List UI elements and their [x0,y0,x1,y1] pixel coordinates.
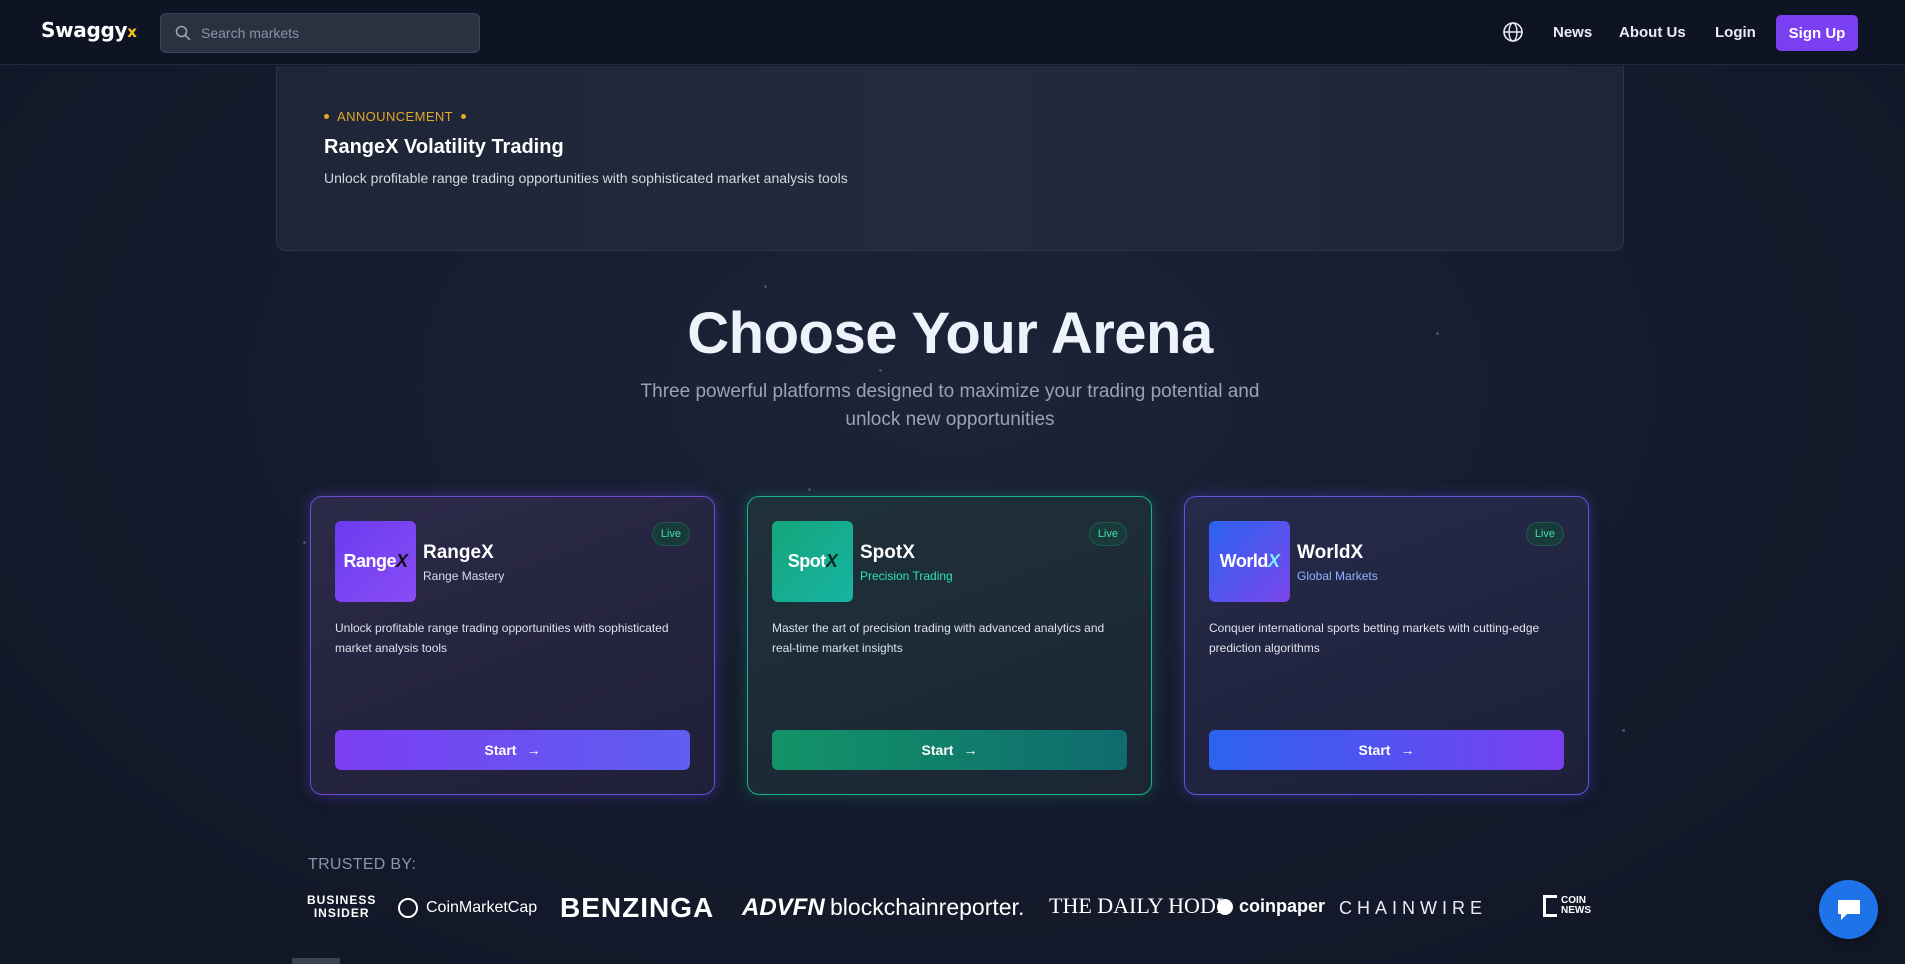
search-bar[interactable] [160,13,480,53]
page-title: Choose Your Arena [687,301,1213,366]
page-subtitle: Three powerful platforms designed to max… [640,381,1260,430]
logo-text: CoinMarketCap [426,899,538,916]
status-badge: Live [1525,522,1564,546]
card-description: Unlock profitable range trading opportun… [335,621,669,655]
benzinga-logo[interactable]: BENZINGA [560,892,714,924]
sparkle-dot [303,541,306,544]
card-name: SpotX [860,542,915,563]
icon-accent: X [1267,551,1280,571]
search-icon [175,25,191,41]
announcement-tag-label: ANNOUNCEMENT [337,109,454,124]
coinnews-icon [1543,895,1557,917]
daily-hodl-logo[interactable]: THE DAILY HODL [1049,893,1229,919]
nav-login[interactable]: Login [1715,24,1756,41]
dot-icon [324,114,329,119]
status-badge: Live [651,522,690,546]
worldx-logo-icon: World X [1209,521,1290,602]
trusted-by-label: TRUSTED BY: [308,856,417,873]
platform-card-rangex[interactable]: Range X RangeX Range Mastery Live Unlock … [310,496,715,795]
start-label: Start [921,742,954,758]
start-label: Start [1358,742,1391,758]
icon-text: World [1219,551,1269,571]
coinpaper-icon [1217,898,1233,915]
announcement-tag: ANNOUNCEMENT [324,109,467,124]
announcement-description: Unlock profitable range trading opportun… [324,170,848,186]
announcement-banner[interactable]: ANNOUNCEMENT RangeX Volatility Trading U… [276,66,1624,251]
horizontal-scrollbar[interactable] [292,958,340,964]
start-label: Start [484,742,517,758]
card-name: RangeX [423,542,494,563]
site-logo[interactable]: Swaggyx [41,18,137,42]
sparkle-dot [764,285,767,288]
sparkle-dot [879,369,882,372]
platform-card-worldx[interactable]: World X WorldX Global Markets Live Conque… [1184,496,1589,795]
start-button-worldx[interactable]: Start → [1209,730,1564,770]
card-tagline: Precision Trading [860,569,953,583]
business-insider-logo[interactable]: BUSINESS INSIDER [307,894,376,920]
logo-text: Swaggy [41,18,128,42]
chat-icon [1837,899,1860,920]
status-badge: Live [1088,522,1127,546]
arrow-right-icon: → [963,742,978,758]
logo-line: INSIDER [313,906,370,920]
advfn-logo[interactable]: ADVFN [742,894,825,922]
coinmarketcap-icon [398,898,418,918]
announcement-title: RangeX Volatility Trading [324,136,564,158]
coinmarketcap-logo[interactable]: CoinMarketCap [398,898,537,918]
coinnews-logo[interactable]: COIN NEWS [1543,895,1591,917]
arrow-right-icon: → [526,742,541,758]
logo-text: coinpaper [1239,896,1326,916]
nav-news[interactable]: News [1553,24,1592,41]
icon-text: Spot [787,551,827,571]
card-description: Conquer international sports betting mar… [1209,621,1540,655]
card-description: Master the art of precision trading with… [772,621,1105,655]
chat-widget-button[interactable] [1819,880,1878,939]
start-button-spotx[interactable]: Start → [772,730,1127,770]
sparkle-dot [1622,729,1625,732]
start-button-rangex[interactable]: Start → [335,730,690,770]
top-navbar: Swaggyx News About Us Login Sign Up [0,0,1905,65]
icon-accent: X [396,551,408,571]
spotx-logo-icon: Spot X [772,521,853,602]
card-tagline: Global Markets [1297,569,1378,583]
arrow-right-icon: → [1400,742,1415,758]
chainwire-logo[interactable]: CHAINWIRE [1339,898,1487,919]
rangex-logo-icon: Range X [335,521,416,602]
card-name: WorldX [1297,542,1364,563]
dot-icon [461,114,467,119]
platform-card-spotx[interactable]: Spot X SpotX Precision Trading Live Maste… [747,496,1152,795]
search-input[interactable] [201,25,471,41]
logo-accent: x [127,23,137,41]
signup-button[interactable]: Sign Up [1776,15,1858,51]
icon-text: Range [343,551,396,571]
nav-about-us[interactable]: About Us [1619,24,1686,41]
partner-logos: BUSINESS INSIDER CoinMarketCap BENZINGA … [307,890,1592,924]
icon-accent: X [825,551,838,571]
globe-icon[interactable] [1502,21,1524,43]
coinpaper-logo[interactable]: coinpaper [1217,896,1325,917]
card-tagline: Range Mastery [423,569,505,583]
blockchainreporter-logo[interactable]: blockchainreporter. [830,894,1024,921]
logo-line: NEWS [1561,905,1591,916]
sparkle-dot [808,488,811,491]
